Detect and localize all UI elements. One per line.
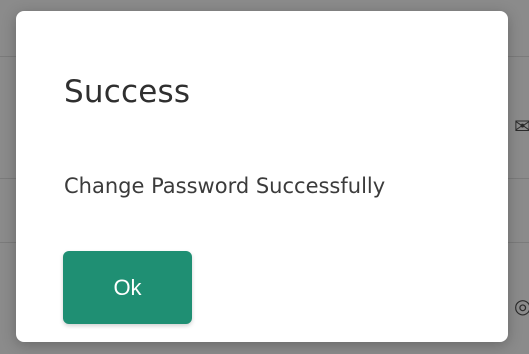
dialog-message: Change Password Successfully — [64, 174, 386, 198]
dialog-title: Success — [64, 74, 191, 110]
ok-button[interactable]: Ok — [63, 251, 192, 324]
mail-icon: ✉ — [514, 114, 529, 138]
success-dialog: Success Change Password Successfully Ok — [16, 11, 508, 342]
target-icon: ◎ — [514, 294, 529, 318]
